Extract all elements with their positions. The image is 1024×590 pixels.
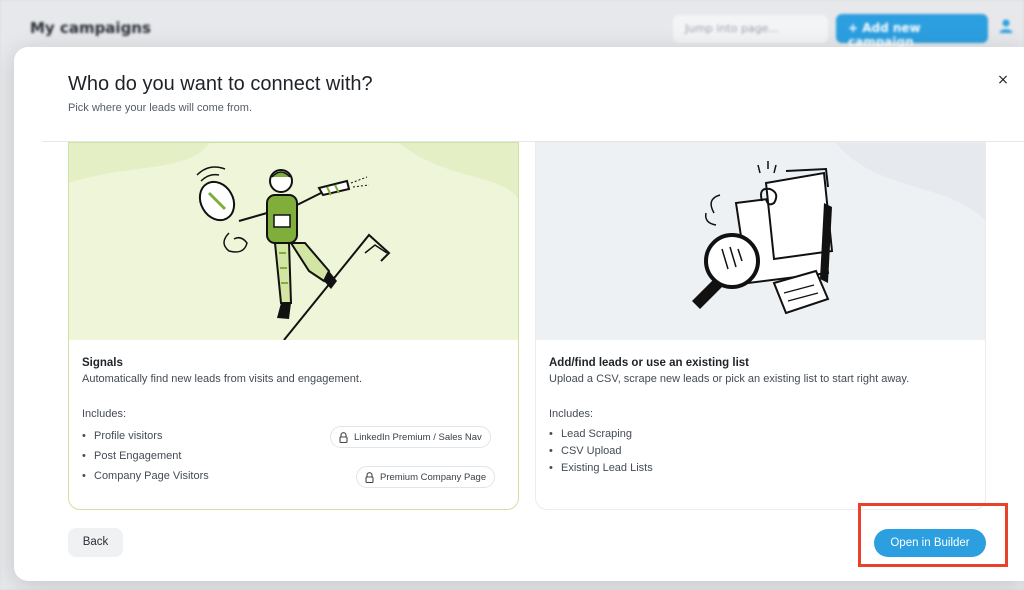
add-campaign-button[interactable]: + Add new campaign [836, 14, 988, 49]
card-description: Automatically find new leads from visits… [82, 373, 363, 385]
connect-modal: Who do you want to connect with? Pick wh… [14, 47, 1024, 581]
list-item: Existing Lead Lists [549, 460, 972, 477]
list-item: Lead Scraping [549, 426, 972, 443]
requirement-badge: LinkedIn Premium / Sales Nav [330, 426, 491, 448]
badge-label: LinkedIn Premium / Sales Nav [354, 431, 482, 443]
lock-icon [365, 471, 374, 483]
close-icon[interactable]: × [994, 71, 1012, 89]
back-button[interactable]: Back [68, 528, 123, 557]
highlight-box [858, 503, 1008, 567]
modal-title: Who do you want to connect with? [68, 73, 373, 95]
requirement-badge: Premium Company Page [356, 466, 496, 488]
signals-card[interactable]: Signals Automatically find new leads fro… [68, 142, 519, 510]
lock-icon [339, 431, 348, 443]
list-item: CSV Upload [549, 443, 972, 460]
user-icon[interactable] [998, 18, 1014, 34]
card-description: Upload a CSV, scrape new leads or pick a… [549, 373, 910, 385]
page-title: My campaigns [30, 19, 151, 37]
list-card-body: Add/find leads or use an existing list U… [549, 357, 972, 477]
card-title: Add/find leads or use an existing list [549, 357, 750, 369]
includes-label: Includes: [82, 408, 127, 420]
existing-list-card[interactable]: Add/find leads or use an existing list U… [535, 142, 986, 510]
card-title: Signals [82, 357, 123, 369]
badge-label: Premium Company Page [380, 471, 487, 483]
mountain-climber-illustration [69, 143, 518, 340]
includes-label: Includes: [549, 408, 594, 420]
jump-search-input[interactable]: Jump into page... [673, 15, 828, 43]
includes-list: Lead Scraping CSV Upload Existing Lead L… [549, 426, 972, 477]
list-item: Post Engagement [82, 446, 505, 466]
magnifier-documents-illustration [536, 143, 985, 340]
modal-subtitle: Pick where your leads will come from. [68, 102, 253, 114]
